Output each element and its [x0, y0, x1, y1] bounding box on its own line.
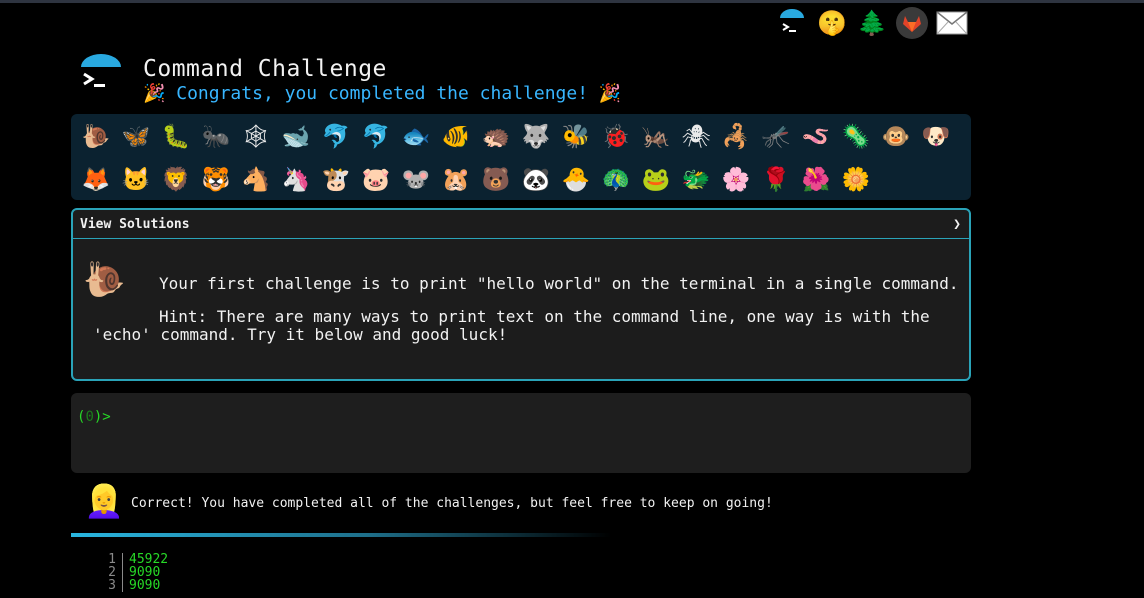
challenge-animal-icon[interactable]: 🐜	[196, 117, 236, 155]
snail-icon: 🐌	[83, 260, 126, 300]
challenge-animal-icon[interactable]: 🦊	[76, 160, 116, 198]
challenge-animal-icon[interactable]: 🦠	[836, 117, 876, 155]
challenge-animal-icon[interactable]: 🐴	[236, 160, 276, 198]
challenge-hint-line-2: 'echo' command. Try it below and good lu…	[93, 325, 508, 344]
output-value: 9090	[129, 578, 161, 593]
challenge-animal-icon[interactable]: 🐣	[556, 160, 596, 198]
line-number: 3	[100, 579, 123, 592]
mail-icon[interactable]	[932, 6, 972, 40]
challenge-animal-icon[interactable]: 🐛	[156, 117, 196, 155]
challenge-animal-icon[interactable]: 🐝	[556, 117, 596, 155]
congrats-subtitle: 🎉 Congrats, you completed the challenge!…	[143, 83, 622, 104]
output-listing: 1 45922 2 9090 3 9090	[100, 553, 168, 592]
challenge-animal-icon[interactable]: 🐟	[396, 117, 436, 155]
challenge-animal-icon[interactable]: 🌺	[796, 160, 836, 198]
shushing-face-icon[interactable]: 🤫	[812, 6, 852, 40]
challenge-animal-icon[interactable]: 🐺	[516, 117, 556, 155]
terminal-logo-icon[interactable]	[772, 6, 812, 40]
challenge-animal-icon[interactable]: 🌹	[756, 160, 796, 198]
challenge-animal-icon[interactable]: 🐻	[476, 160, 516, 198]
challenge-animal-icon[interactable]: 🐼	[516, 160, 556, 198]
top-border	[0, 0, 1144, 3]
challenge-animal-icon[interactable]: 🐯	[196, 160, 236, 198]
blond-woman-avatar: 👱‍♀️	[84, 482, 124, 520]
challenge-animal-icon[interactable]: 🐬	[356, 117, 396, 155]
challenge-animal-icon[interactable]: 🐷	[356, 160, 396, 198]
animal-row-1: 🐌 🦋 🐛 🐜 🕸 🐋 🐬 🐬 🐟 🐠 🦔 🐺 🐝 🐞 🦗 🕷 🦂 🦟 🪱 🦠 🐵 🐶	[76, 117, 956, 155]
challenge-animal-icon[interactable]: 🌸	[716, 160, 756, 198]
header-icon-bar: 🤫 🌲	[772, 6, 972, 40]
chevron-right-icon: ❯	[953, 216, 961, 232]
view-solutions-toggle[interactable]: View Solutions ❯	[73, 210, 969, 239]
command-challenge-logo-icon	[80, 53, 122, 95]
challenge-animal-icon[interactable]: 🐹	[436, 160, 476, 198]
page-title: Command Challenge	[143, 56, 387, 82]
challenge-panel: View Solutions ❯ 🐌 Your first challenge …	[71, 208, 971, 381]
challenge-animal-icon[interactable]: 🐸	[636, 160, 676, 198]
animal-row-2: 🦊 🐱 🦁 🐯 🐴 🦄 🐮 🐷 🐭 🐹 🐻 🐼 🐣 🦚 🐸 🐲 🌸 🌹 🌺 🌼	[76, 160, 876, 198]
terminal-prompt: (0)>	[77, 409, 111, 425]
challenge-animal-icon[interactable]: 🐮	[316, 160, 356, 198]
result-message: Correct! You have completed all of the c…	[131, 496, 773, 511]
challenge-animal-panel: 🐌 🦋 🐛 🐜 🕸 🐋 🐬 🐬 🐟 🐠 🦔 🐺 🐝 🐞 🦗 🕷 🦂 🦟 🪱 🦠 🐵 🐶 🦊 🐱 🦁 🐯 🐴 🦄 🐮 🐷 🐭 🐹 🐻 🐼 🐣 🦚 🐸 🐲 🌸…	[71, 114, 971, 200]
challenge-hint-line-1: Hint: There are many ways to print text …	[159, 307, 930, 326]
challenge-animal-icon[interactable]: 🐌	[76, 117, 116, 155]
challenge-animal-icon[interactable]: 🐭	[396, 160, 436, 198]
challenge-animal-icon[interactable]: 🦚	[596, 160, 636, 198]
challenge-animal-icon[interactable]: 🐵	[876, 117, 916, 155]
evergreen-tree-icon[interactable]: 🌲	[852, 6, 892, 40]
challenge-animal-icon[interactable]: 🕷	[676, 117, 716, 155]
challenge-animal-icon[interactable]: 🐲	[676, 160, 716, 198]
challenge-animal-icon[interactable]: 🦗	[636, 117, 676, 155]
challenge-animal-icon[interactable]: 🐠	[436, 117, 476, 155]
view-solutions-label: View Solutions	[80, 216, 190, 232]
challenge-animal-icon[interactable]: 🦟	[756, 117, 796, 155]
challenge-animal-icon[interactable]: 🦂	[716, 117, 756, 155]
challenge-animal-icon[interactable]: 🦄	[276, 160, 316, 198]
challenge-description: Your first challenge is to print "hello …	[159, 274, 959, 293]
challenge-animal-icon[interactable]: 🦋	[116, 117, 156, 155]
exit-code: 0	[85, 409, 94, 425]
challenge-animal-icon[interactable]: 🐞	[596, 117, 636, 155]
challenge-animal-icon[interactable]: 🕸	[236, 117, 276, 155]
gitlab-icon[interactable]	[892, 6, 932, 40]
challenge-animal-icon[interactable]: 🦔	[476, 117, 516, 155]
progress-bar	[71, 533, 611, 537]
challenge-animal-icon[interactable]: 🐋	[276, 117, 316, 155]
challenge-animal-icon[interactable]: 🦁	[156, 160, 196, 198]
output-line: 3 9090	[100, 579, 168, 592]
terminal-input-area[interactable]: (0)>	[71, 393, 971, 473]
challenge-animal-icon[interactable]: 🌼	[836, 160, 876, 198]
challenge-animal-icon[interactable]: 🐱	[116, 160, 156, 198]
challenge-animal-icon[interactable]: 🐬	[316, 117, 356, 155]
challenge-animal-icon[interactable]: 🪱	[796, 117, 836, 155]
challenge-animal-icon[interactable]: 🐶	[916, 117, 956, 155]
